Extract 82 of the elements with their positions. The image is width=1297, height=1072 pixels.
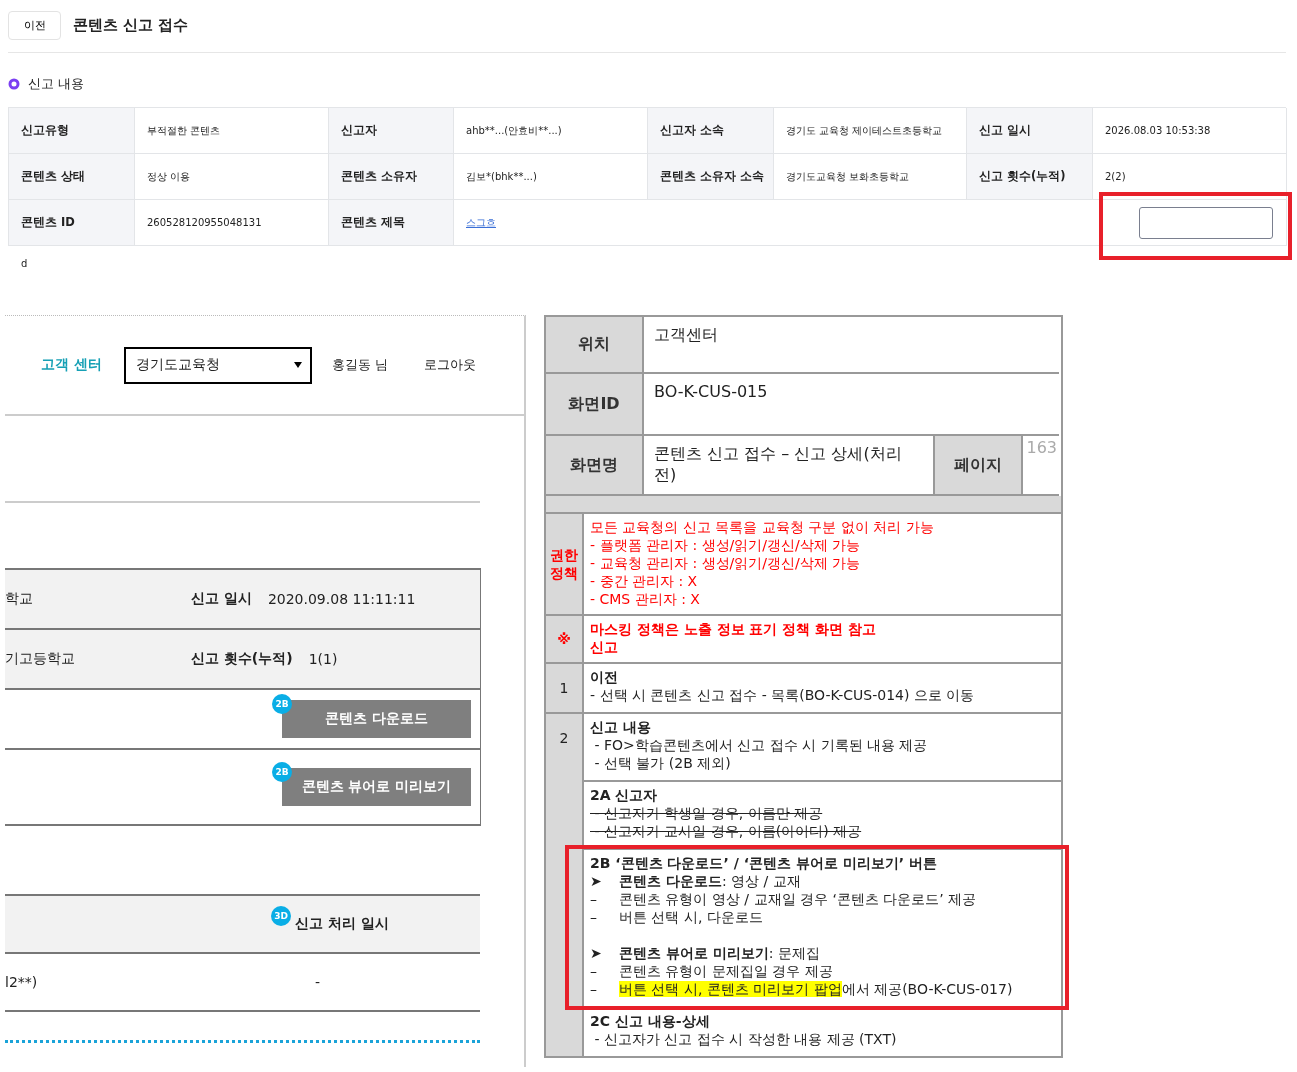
bullet-mark: – <box>590 962 598 980</box>
section-heading: 신고 내용 <box>590 718 652 736</box>
description-line: 콘텐츠 유형이 영상 / 교재일 경우 ‘콘텐츠 다운로드’ 제공 <box>619 890 977 908</box>
number-badge: 2B <box>272 694 292 714</box>
description-line: 콘텐츠 유형이 문제집일 경우 제공 <box>619 962 833 980</box>
table-label: 신고자 <box>329 108 454 154</box>
description-line: - 선택 시 콘텐츠 신고 접수 - 목록(BO-K-CUS-014) 으로 이동 <box>590 686 976 704</box>
description-line: - 신고자가 교사일 경우, 이름(아이디) 제공 <box>593 822 863 840</box>
table-label: 신고 일시 <box>967 108 1093 154</box>
bullet-mark: – <box>590 890 598 908</box>
table-cell-text: 기고등학교 <box>5 650 76 668</box>
description-line: - 신고자가 신고 접수 시 작성한 내용 제공 (TXT) <box>593 1030 898 1048</box>
table-label: 신고 횟수(누적) <box>191 650 293 668</box>
table-cell: 260528120955048131 <box>147 217 262 228</box>
row-number: 1 <box>546 664 584 714</box>
org-dropdown[interactable]: 경기도교육청 <box>123 346 312 384</box>
table-label: 콘텐츠 ID <box>9 200 135 246</box>
section-heading: 이전 <box>590 668 619 686</box>
description-line: 버튼 선택 시, 콘텐츠 미리보기 팝업 에서 제공(BO-K-CUS-017) <box>619 980 1013 998</box>
row-number: 2 <box>546 714 584 1058</box>
spec-value: 고객센터 <box>644 317 1059 374</box>
back-button[interactable]: 이전 <box>8 10 61 40</box>
description-line: - 선택 불가 (2B 제외) <box>593 754 732 772</box>
table-label: 신고자 소속 <box>648 108 774 154</box>
table-cell: 2020.09.08 11:11:11 <box>267 591 416 607</box>
description-line: 버튼 선택 시, 다운로드 <box>619 908 763 926</box>
description-line: - 신고자가 학생일 경우, 이름만 제공 <box>593 804 824 822</box>
table-label: 신고 일시 <box>191 590 252 608</box>
user-name: 홍길동 님 <box>331 356 388 374</box>
bullet-mark: – <box>590 908 598 926</box>
caret-icon <box>293 362 302 368</box>
description-line: - 플랫폼 관리자 : 생성/읽기/갱신/삭제 가능 <box>590 536 862 554</box>
description-line: 콘텐츠 뷰어로 미리보기: 문제집 <box>619 944 820 962</box>
table-label: 콘텐츠 상태 <box>9 154 135 200</box>
section-heading: 2C 신고 내용-상세 <box>590 1012 711 1030</box>
spec-label: 페이지 <box>935 436 1023 496</box>
page-title: 콘텐츠 신고 접수 <box>73 15 189 35</box>
ring-icon <box>8 78 20 90</box>
table-cell: 정상 이용 <box>147 169 191 184</box>
table-cell: 경기도교육청 보화초등학교 <box>786 169 910 184</box>
bullet-mark: ➤ <box>590 872 603 890</box>
table-cell: 경기도 교육청 제이테스트초등학교 <box>786 123 943 138</box>
note-text: d <box>21 258 29 269</box>
table-label: 신고유형 <box>9 108 135 154</box>
spec-label: 위치 <box>546 317 644 374</box>
table-label: 콘텐츠 소유자 <box>329 154 454 200</box>
table-cell: ahb**...(안효비**...) <box>466 123 562 138</box>
table-cell-text: 학교 <box>5 590 34 608</box>
description-line: - 중간 관리자 : X <box>590 572 699 590</box>
section-heading: 2A 신고자 <box>590 786 659 804</box>
logout-link[interactable]: 로그아웃 <box>424 356 476 374</box>
table-cell: 부적절한 콘텐츠 <box>147 123 221 138</box>
description-line: 모든 교육청의 신고 목록을 교육청 구분 없이 처리 가능 <box>590 518 935 536</box>
description-line: 마스킹 정책은 노출 정보 표기 정책 화면 참고 <box>590 620 878 638</box>
description-line: - 교육청 관리자 : 생성/읽기/갱신/삭제 가능 <box>590 554 862 572</box>
table-label: 콘텐츠 소유자 소속 <box>648 154 774 200</box>
row-number: 권한 정책 <box>546 514 584 616</box>
spec-label: 화면명 <box>546 436 644 496</box>
table-label: 신고 횟수(누적) <box>967 154 1093 200</box>
column-header: 신고 처리 일시 <box>295 915 389 933</box>
menu-link[interactable]: 고객 센터 <box>41 356 102 374</box>
section-heading: 2B ‘콘텐츠 다운로드’ / ‘콘텐츠 뷰어로 미리보기’ 버튼 <box>590 854 938 872</box>
table-cell: 김보*(bhk**...) <box>466 169 537 184</box>
table-cell: - <box>315 974 321 990</box>
table-cell: 1(1) <box>308 651 338 667</box>
table-label: 콘텐츠 제목 <box>329 200 454 246</box>
table-cell-text: l2**) <box>5 974 39 990</box>
bullet-mark: ➤ <box>590 944 603 962</box>
bullet-mark: – <box>590 980 598 998</box>
table-cell: 2026.08.03 10:53:38 <box>1105 125 1211 136</box>
table-cell: 2(2) <box>1105 171 1126 182</box>
input-field[interactable] <box>1139 206 1273 239</box>
number-badge: 2B <box>272 762 292 782</box>
content-title-link[interactable]: 스그흐 <box>466 215 496 230</box>
description-line: 콘텐츠 다운로드: 영상 / 교재 <box>619 872 801 890</box>
row-number: ※ <box>546 616 584 664</box>
section-title: 신고 내용 <box>28 75 85 93</box>
description-line: 신고 <box>590 638 619 656</box>
description-line: - FO>학습콘텐츠에서 신고 접수 시 기록된 내용 제공 <box>593 736 929 754</box>
number-badge: 3D <box>271 906 291 926</box>
description-line: - CMS 관리자 : X <box>590 590 701 608</box>
spec-label: 화면ID <box>546 374 644 436</box>
